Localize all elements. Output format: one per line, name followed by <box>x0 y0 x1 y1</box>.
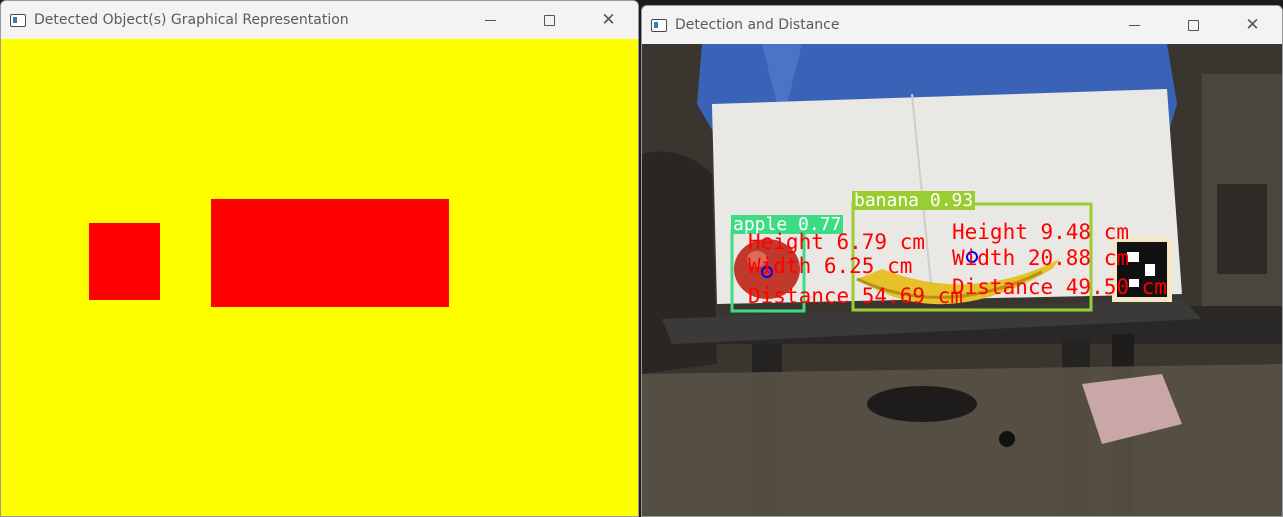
banana-representation <box>211 199 449 307</box>
detection-distance-window: Detection and Distance ✕ apple 0.77 Heig… <box>641 5 1283 517</box>
window-title: Detected Object(s) Graphical Representat… <box>34 12 349 28</box>
maximize-icon <box>1188 19 1199 31</box>
minimize-icon <box>485 19 496 21</box>
representation-canvas <box>1 39 638 516</box>
close-button[interactable]: ✕ <box>1223 6 1282 44</box>
minimize-icon <box>1129 24 1140 26</box>
minimize-button[interactable] <box>461 1 520 39</box>
apple-distance-text: Distance 54.69 cm <box>748 284 963 308</box>
title-bar[interactable]: Detected Object(s) Graphical Representat… <box>1 1 638 39</box>
window-controls: ✕ <box>461 1 638 39</box>
close-button[interactable]: ✕ <box>579 1 638 39</box>
minimize-button[interactable] <box>1105 6 1164 44</box>
close-icon: ✕ <box>1245 15 1260 35</box>
app-icon <box>651 18 667 32</box>
app-icon <box>10 13 26 27</box>
title-bar[interactable]: Detection and Distance ✕ <box>642 6 1282 44</box>
graphical-representation-window: Detected Object(s) Graphical Representat… <box>0 0 639 517</box>
banana-height-text: Height 9.48 cm <box>952 220 1130 244</box>
window-controls: ✕ <box>1105 6 1282 44</box>
apple-representation <box>89 223 160 300</box>
maximize-icon <box>544 14 555 26</box>
close-icon: ✕ <box>601 10 616 30</box>
banana-width-text: Width 20.88 cm <box>952 246 1130 270</box>
apple-width-text: Width 6.25 cm <box>748 254 913 278</box>
banana-distance-text: Distance 49.50 cm <box>952 275 1167 299</box>
window-title: Detection and Distance <box>675 17 840 33</box>
maximize-button[interactable] <box>1164 6 1223 44</box>
maximize-button[interactable] <box>520 1 579 39</box>
apple-height-text: Height 6.79 cm <box>748 230 926 254</box>
camera-feed: apple 0.77 Height 6.79 cm Width 6.25 cm … <box>642 44 1282 516</box>
banana-detection-label: banana 0.93 <box>852 190 976 211</box>
